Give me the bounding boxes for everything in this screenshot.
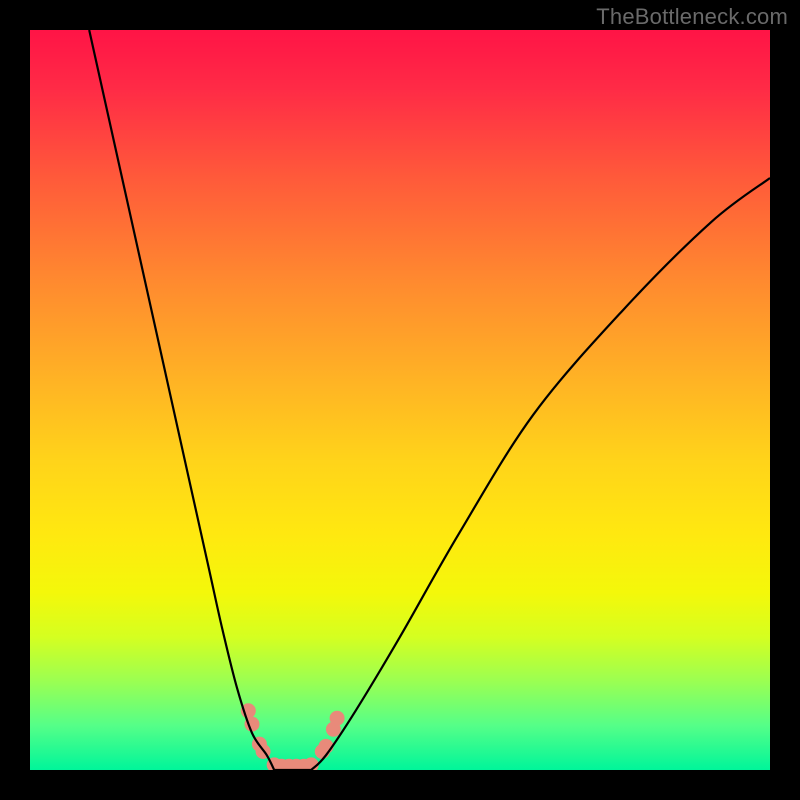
- valley-marker-dot: [330, 711, 345, 726]
- curve-left-branch: [89, 30, 274, 770]
- watermark-text: TheBottleneck.com: [596, 4, 788, 30]
- valley-markers: [241, 703, 345, 770]
- curve-right-branch: [311, 178, 770, 770]
- chart-frame: TheBottleneck.com: [0, 0, 800, 800]
- plot-area: [30, 30, 770, 770]
- curve-overlay: [30, 30, 770, 770]
